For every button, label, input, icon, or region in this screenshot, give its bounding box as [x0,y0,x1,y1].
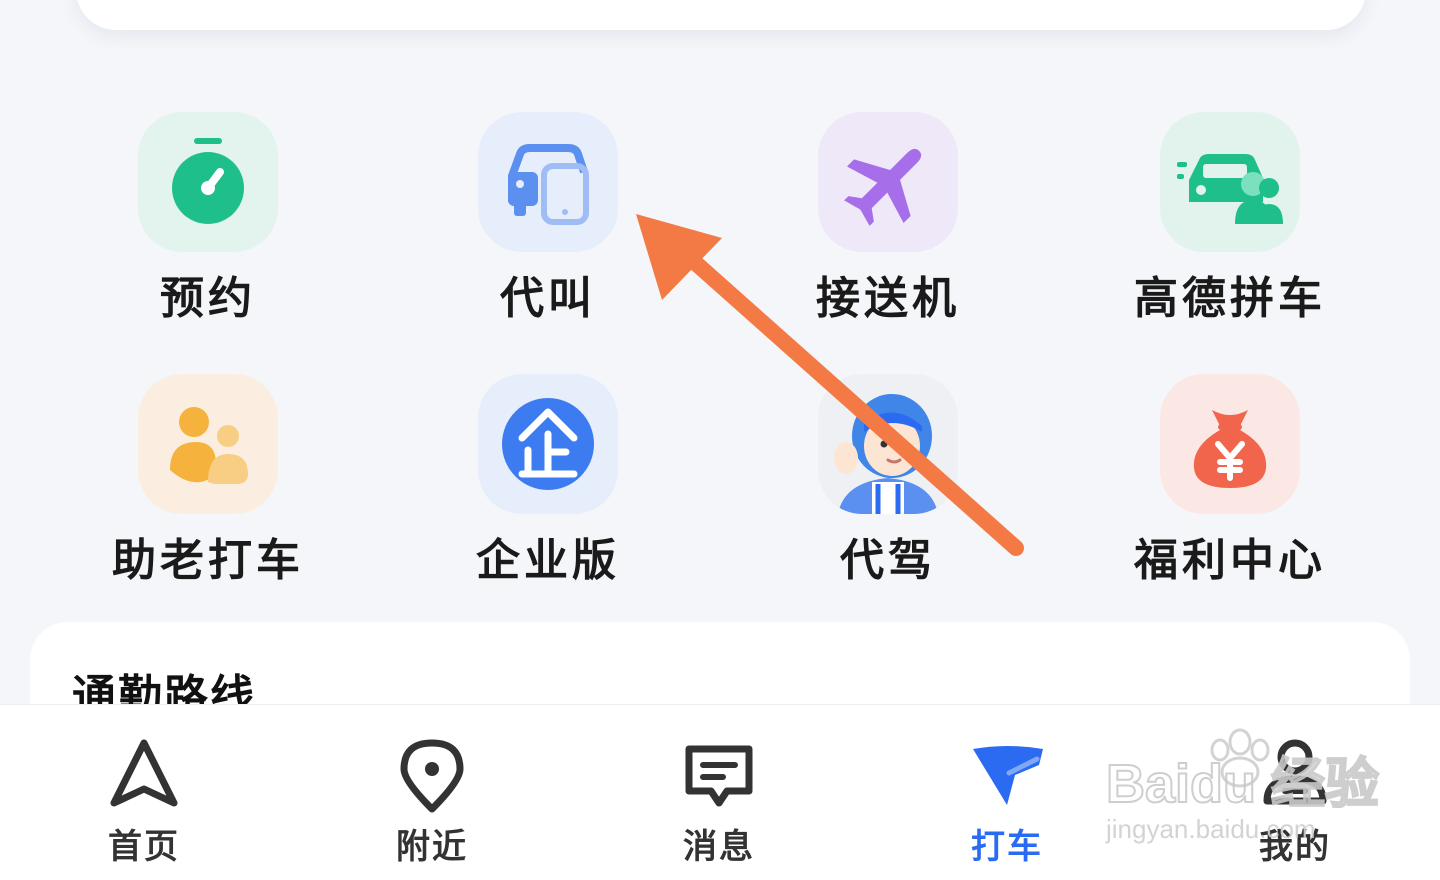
tab-mine[interactable]: 我的 [1195,705,1395,880]
service-label: 代叫 [500,273,596,324]
service-reservation[interactable]: 预约 [58,112,358,324]
service-welfare-center[interactable]: 福利中心 [1080,374,1380,586]
money-bag-icon [1160,374,1300,514]
service-label: 高德拼车 [1134,273,1326,324]
tab-label: 我的 [1259,827,1331,867]
tab-label: 消息 [683,827,755,867]
airplane-icon [818,112,958,252]
location-pin-icon [400,739,464,813]
stopwatch-icon [138,112,278,252]
tab-nearby[interactable]: 附近 [332,705,532,880]
service-label: 福利中心 [1134,535,1326,586]
tab-label: 打车 [971,827,1043,867]
service-designated-driver[interactable]: 代驾 [738,374,1038,586]
message-icon [685,745,753,807]
tab-taxi[interactable]: 打车 [907,705,1107,880]
service-elderly[interactable]: 助老打车 [58,374,358,586]
service-label: 接送机 [816,273,960,324]
tab-home[interactable]: 首页 [44,705,244,880]
tab-label: 附近 [396,827,468,867]
service-label: 代驾 [840,535,936,586]
elderly-icon [138,374,278,514]
service-carpool[interactable]: 高德拼车 [1080,112,1380,324]
taxi-icon [973,746,1043,805]
service-airport[interactable]: 接送机 [738,112,1038,324]
car-phone-icon [478,112,618,252]
navigation-arrow-icon [110,739,178,807]
tab-label: 首页 [108,827,180,867]
service-enterprise[interactable]: 企业版 [398,374,698,586]
bottom-tab-bar: 首页 附近 消息 打车 我的 [0,704,1440,880]
user-icon [1263,739,1327,805]
top-card [76,0,1366,30]
carpool-icon [1160,112,1300,252]
service-label: 企业版 [476,535,620,586]
service-call-for-others[interactable]: 代叫 [398,112,698,324]
tab-messages[interactable]: 消息 [619,705,819,880]
driver-avatar-icon [818,374,958,514]
service-label: 预约 [160,273,256,324]
enterprise-icon [478,374,618,514]
service-label: 助老打车 [112,535,304,586]
